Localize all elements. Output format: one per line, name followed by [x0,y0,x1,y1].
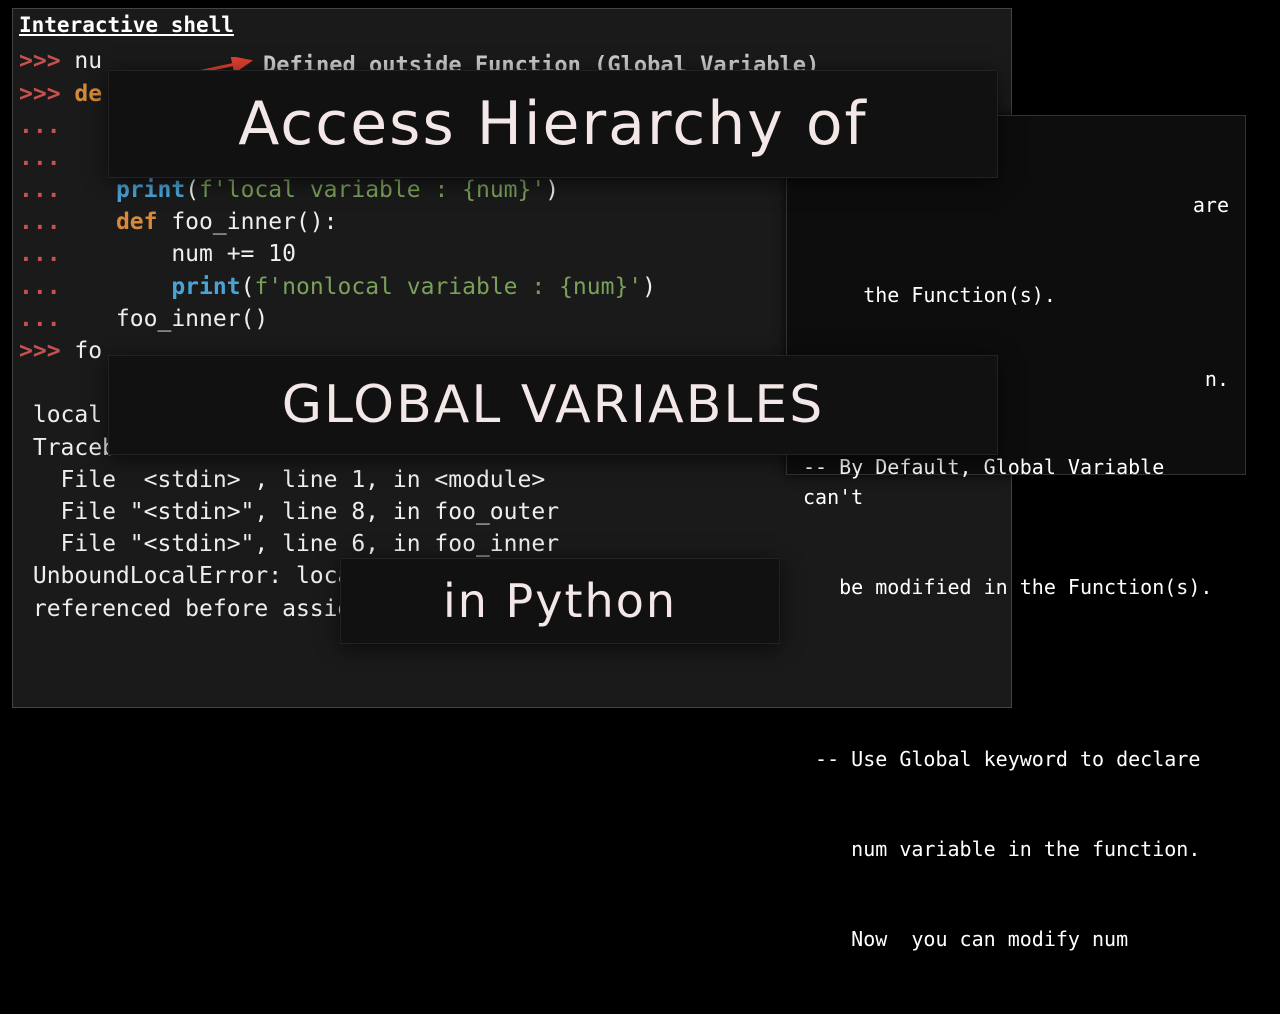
notes-line-tail: are [803,190,1229,220]
notes-para2b: be modified in the Function(s). [803,572,1229,602]
terminal-title: Interactive shell [13,9,1011,41]
notes-para3a: -- Use Global keyword to declare [803,744,1229,774]
title-overlay-1: Access Hierarchy of [108,70,998,178]
notes-line1: the Function(s). [803,280,1229,310]
notes-para3b: num variable in the function. [803,834,1229,864]
notes-tail: n. [1205,364,1229,394]
notes-para2a: -- By Default, Global Variable can't [803,452,1229,512]
title-overlay-2: GLOBAL VARIABLES [108,355,998,455]
title-overlay-3: in Python [340,558,780,644]
notes-para3c: Now you can modify num [803,924,1229,954]
